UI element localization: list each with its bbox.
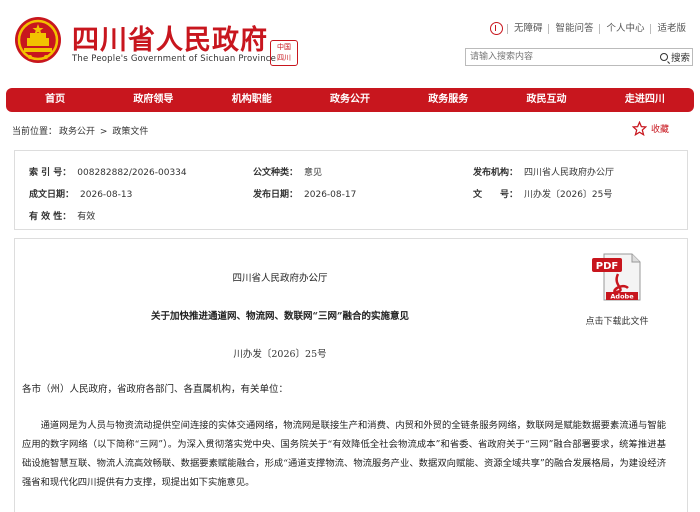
info-published-label: 发布日期：	[253, 190, 299, 200]
document-salutation: 各市（州）人民政府，省政府各部门、各直属机构，有关单位：	[22, 384, 289, 395]
link-elderly-mode[interactable]: 适老版	[650, 23, 692, 34]
info-index-label: 索 引 号：	[29, 168, 72, 178]
document-number: 川办发〔2026〕25号	[233, 349, 327, 360]
info-agency-value: 四川省人民政府办公厅	[524, 168, 615, 178]
info-docno-label: 文 号：	[473, 190, 519, 200]
sichuan-seal-logo: 中国 四川	[270, 40, 298, 66]
accessibility-icon	[489, 22, 503, 35]
nav-about-sichuan[interactable]: 走进四川	[596, 88, 694, 112]
info-created-value: 2026-08-13	[80, 190, 133, 200]
link-personal-center[interactable]: 个人中心	[599, 23, 650, 34]
info-created: 成文日期： 2026-08-13	[29, 187, 132, 200]
breadcrumb-policy-docs[interactable]: 政策文件	[112, 127, 148, 137]
search-icon	[659, 53, 668, 61]
nav-services[interactable]: 政务服务	[399, 88, 497, 112]
pdf-download-icon[interactable]: PDF Adobe	[586, 252, 646, 305]
breadcrumb-prefix: 当前位置：	[12, 127, 58, 137]
national-emblem-icon	[15, 17, 61, 63]
document-body-paragraph: 通道网是为人员与物资流动提供空间连接的实体交通网络，物流网是联接生产和消费、内贸…	[22, 420, 666, 488]
pdf-file-icon: PDF Adobe	[592, 253, 641, 301]
info-index-value: 008282882/2026-00334	[77, 168, 187, 178]
info-index: 索 引 号： 008282882/2026-00334	[29, 165, 187, 178]
breadcrumb: 当前位置： 政务公开 > 政策文件	[12, 124, 150, 137]
favorite-button[interactable]: 收藏	[632, 121, 669, 136]
info-category-label: 公文种类：	[253, 168, 299, 178]
info-agency-label: 发布机构：	[473, 168, 519, 178]
nav-interaction[interactable]: 政民互动	[497, 88, 595, 112]
favorite-label: 收藏	[651, 125, 670, 135]
document-title: 关于加快推进通道网、物流网、数联网“三网”融合的实施意见	[151, 311, 409, 322]
star-icon	[632, 121, 647, 136]
nav-functions[interactable]: 机构职能	[203, 88, 301, 112]
search-box: 搜索	[465, 48, 693, 66]
main-nav: 首页 政府领导 机构职能 政务公开 政务服务 政民互动 走进四川	[6, 88, 694, 112]
info-category-value: 意见	[304, 168, 323, 178]
info-validity-label: 有 效 性：	[29, 212, 72, 222]
breadcrumb-separator: >	[99, 127, 108, 137]
info-published: 发布日期： 2026-08-17	[253, 187, 356, 200]
document-info-table: 索 引 号： 008282882/2026-00334 公文种类： 意见 发布机构：…	[14, 150, 688, 230]
site-subtitle: The People's Government of Sichuan Provi…	[72, 54, 277, 64]
info-docno-value: 川办发〔2026〕25号	[524, 190, 613, 200]
top-links: 无障碍 智能问答 个人中心 适老版	[489, 22, 692, 35]
nav-home[interactable]: 首页	[6, 88, 104, 112]
link-smart-qa[interactable]: 智能问答	[548, 23, 599, 34]
link-accessibility[interactable]: 无障碍	[506, 23, 549, 34]
info-validity-value: 有效	[77, 212, 96, 222]
search-button-label: 搜索	[670, 53, 690, 64]
site-header: 四川省人民政府 The People's Government of Sichu…	[0, 0, 700, 86]
pdf-badge-text: PDF	[596, 261, 618, 272]
info-category: 公文种类： 意见	[253, 165, 322, 178]
info-validity: 有 效 性： 有效	[29, 209, 95, 222]
info-agency: 发布机构： 四川省人民政府办公厅	[473, 165, 614, 178]
info-created-label: 成文日期：	[29, 190, 75, 200]
download-file-link[interactable]: 点击下载此文件	[576, 314, 658, 327]
breadcrumb-public-affairs[interactable]: 政务公开	[59, 127, 95, 137]
nav-leaders[interactable]: 政府领导	[104, 88, 202, 112]
info-docno: 文 号： 川办发〔2026〕25号	[473, 187, 612, 200]
adobe-brand-text: Adobe	[610, 293, 634, 301]
nav-public-affairs[interactable]: 政务公开	[301, 88, 399, 112]
search-button[interactable]: 搜索	[659, 49, 690, 65]
document-issuer: 四川省人民政府办公厅	[232, 273, 328, 284]
search-input[interactable]	[466, 49, 652, 65]
info-published-value: 2026-08-17	[304, 190, 357, 200]
site-title: 四川省人民政府	[72, 25, 268, 56]
